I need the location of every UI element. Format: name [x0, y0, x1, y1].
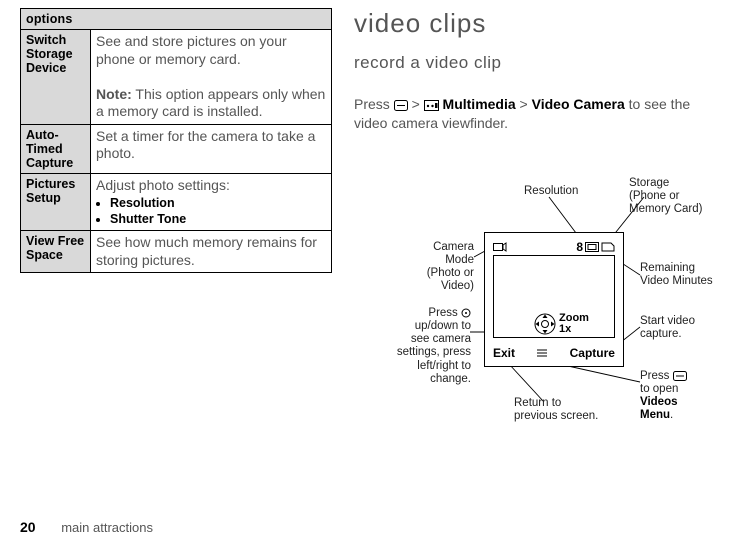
status-bar: 8 [493, 241, 615, 253]
menu-key-small-icon [673, 371, 687, 381]
footer-section: main attractions [61, 520, 153, 535]
remaining-minutes: 8 [576, 240, 583, 254]
opt-pictures-setup-name: Pictures Setup [21, 173, 91, 231]
instruction-paragraph: Press > Multimedia > Video Camera to see… [354, 95, 720, 133]
opt-switch-storage-desc-text: See and store pictures on your phone or … [96, 33, 287, 67]
multimedia-icon [424, 100, 439, 111]
subsection-title: record a video clip [354, 53, 720, 73]
menu-key-icon [394, 100, 408, 111]
para-mm: Multimedia [439, 96, 516, 112]
opt-view-free-space-name: View Free Space [21, 231, 91, 273]
nav-dpad-icon [533, 312, 557, 336]
section-title: video clips [354, 8, 720, 39]
opt-switch-storage-desc: See and store pictures on your phone or … [91, 30, 332, 125]
callout-storage: Storage (Phone or Memory Card) [629, 177, 702, 217]
page-number: 20 [20, 519, 36, 535]
callout-resolution: Resolution [524, 185, 578, 198]
para-gt2: > [516, 96, 532, 112]
para-gt1: > [408, 96, 424, 112]
note-label: Note: [96, 86, 132, 102]
resolution-icon [585, 242, 599, 252]
callout-open-menu: Press to open Videos Menu. [640, 370, 714, 423]
viewfinder-diagram: 8 Zoom [354, 157, 714, 467]
opt-autotimed-desc: Set a timer for the camera to take a pho… [91, 124, 332, 173]
softkey-capture: Capture [570, 346, 615, 360]
callout-nav-instructions: Press up/down to see camera settings, pr… [389, 307, 471, 386]
bullet-shutter-tone: Shutter Tone [110, 212, 326, 228]
nav-dpad-small-icon [461, 308, 471, 318]
storage-icon [601, 242, 615, 252]
opt-pictures-setup-desc: Adjust photo settings: Resolution Shutte… [91, 173, 332, 231]
zoom-value: 1x [559, 324, 589, 335]
camera-mode-icon [493, 242, 507, 252]
softkey-bar: Exit Capture [493, 346, 615, 360]
callout-camera-mode: Camera Mode (Photo or Video) [402, 241, 474, 294]
opt-autotimed-name: Auto-Timed Capture [21, 124, 91, 173]
callout-start-video: Start video capture. [640, 315, 695, 341]
opt-switch-storage-name: Switch Storage Device [21, 30, 91, 125]
options-table: options Switch Storage Device See and st… [20, 8, 332, 273]
zoom-indicator: Zoom 1x [533, 312, 589, 336]
opt-view-free-space-desc: See how much memory remains for storing … [91, 231, 332, 273]
opt-pictures-setup-intro: Adjust photo settings: [96, 177, 326, 195]
callout-return: Return to previous screen. [514, 397, 598, 423]
para-p1: Press [354, 96, 394, 112]
options-header: options [21, 9, 332, 30]
softkey-exit: Exit [493, 346, 515, 360]
menu-bars-icon [536, 349, 548, 357]
para-vc: Video Camera [532, 96, 625, 112]
bullet-resolution: Resolution [110, 196, 326, 212]
phone-screen: 8 Zoom [484, 232, 624, 367]
callout-remaining: Remaining Video Minutes [640, 262, 713, 288]
page-footer: 20 main attractions [20, 519, 153, 535]
